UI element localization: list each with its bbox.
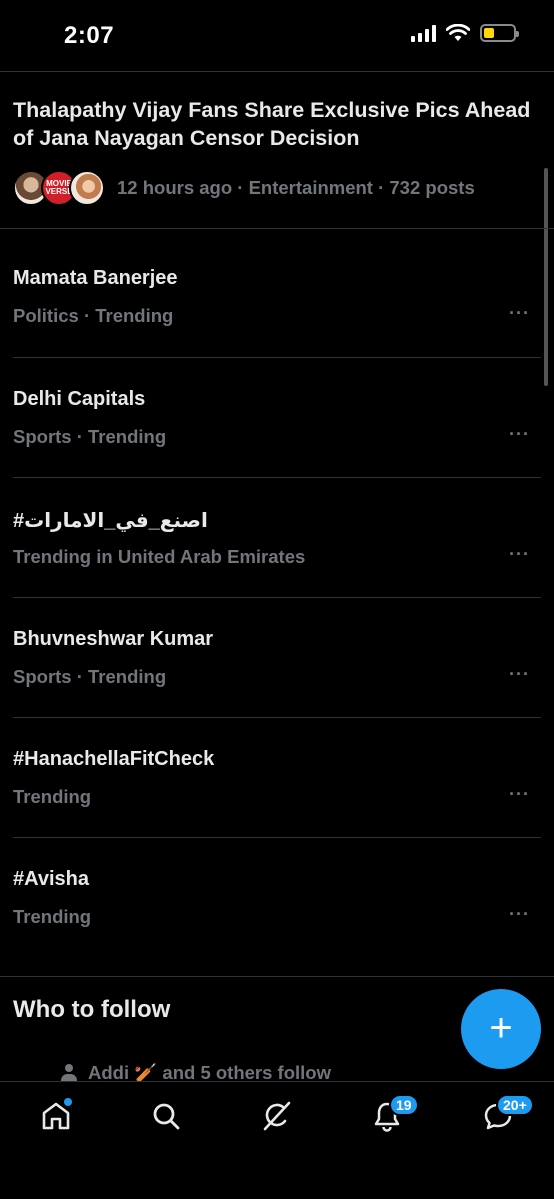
more-options-icon[interactable]: ··· [509, 424, 530, 445]
header-divider [0, 71, 554, 72]
trend-item[interactable]: Delhi Capitals Sports · Trending ··· [0, 358, 554, 478]
trend-item[interactable]: Mamata Banerjee Politics · Trending ··· [0, 229, 554, 357]
trend-title: #اصنع_في_الامارات [13, 510, 208, 532]
nav-messages[interactable]: 20+ [478, 1094, 534, 1136]
trend-title: #HanachellaFitCheck [13, 748, 215, 770]
trend-item[interactable]: #Avisha Trending ··· [0, 838, 554, 976]
more-options-icon[interactable]: ··· [509, 784, 530, 805]
trend-item[interactable]: Bhuvneshwar Kumar Sports · Trending ··· [0, 598, 554, 718]
grok-icon [263, 1101, 291, 1131]
trend-title: Mamata Banerjee [13, 267, 178, 289]
search-icon [153, 1103, 180, 1130]
trend-title: Delhi Capitals [13, 388, 146, 410]
bottom-nav: 19 20+ [0, 1081, 554, 1199]
nav-search[interactable] [146, 1096, 186, 1136]
trend-title: #Avisha [13, 868, 89, 890]
featured-story-info: 12 hours ago · Entertainment · 732 posts [117, 177, 475, 198]
trend-subtitle: Trending [13, 786, 92, 807]
home-unread-dot [64, 1098, 72, 1106]
battery-icon [480, 24, 519, 42]
status-icons [411, 24, 519, 42]
messages-badge: 20+ [496, 1094, 534, 1116]
featured-story[interactable]: Thalapathy Vijay Fans Share Exclusive Pi… [13, 96, 533, 206]
section-divider [0, 976, 554, 977]
trend-subtitle: Politics · Trending [13, 305, 174, 326]
more-options-icon[interactable]: ··· [509, 544, 530, 565]
notifications-badge: 19 [389, 1094, 419, 1116]
cellular-signal-icon [411, 24, 436, 42]
trend-subtitle: Sports · Trending [13, 426, 167, 447]
status-time: 2:07 [64, 22, 115, 49]
more-options-icon[interactable]: ··· [509, 303, 530, 324]
trend-item[interactable]: #HanachellaFitCheck Trending ··· [0, 718, 554, 838]
more-options-icon[interactable]: ··· [509, 664, 530, 685]
plus-icon: + [489, 1005, 513, 1050]
who-to-follow-heading: Who to follow [13, 996, 171, 1023]
avatar [69, 170, 105, 206]
wifi-icon [446, 24, 470, 41]
more-options-icon[interactable]: ··· [509, 904, 530, 925]
trend-subtitle: Trending in United Arab Emirates [13, 546, 306, 567]
trend-item[interactable]: #اصنع_في_الامارات Trending in United Ara… [0, 478, 554, 598]
story-avatars: MOVIE VERSE [13, 170, 113, 206]
trend-subtitle: Sports · Trending [13, 666, 167, 687]
nav-home[interactable] [36, 1096, 76, 1136]
featured-story-title: Thalapathy Vijay Fans Share Exclusive Pi… [13, 98, 531, 150]
compose-button[interactable]: + [461, 989, 541, 1069]
nav-grok[interactable] [256, 1096, 296, 1136]
status-bar: 2:07 [0, 0, 554, 72]
trend-subtitle: Trending [13, 906, 92, 927]
person-icon [60, 1064, 78, 1082]
nav-notifications[interactable]: 19 [367, 1094, 419, 1136]
trend-title: Bhuvneshwar Kumar [13, 628, 214, 650]
featured-story-meta: MOVIE VERSE 12 hours ago · Entertainment… [13, 170, 533, 206]
